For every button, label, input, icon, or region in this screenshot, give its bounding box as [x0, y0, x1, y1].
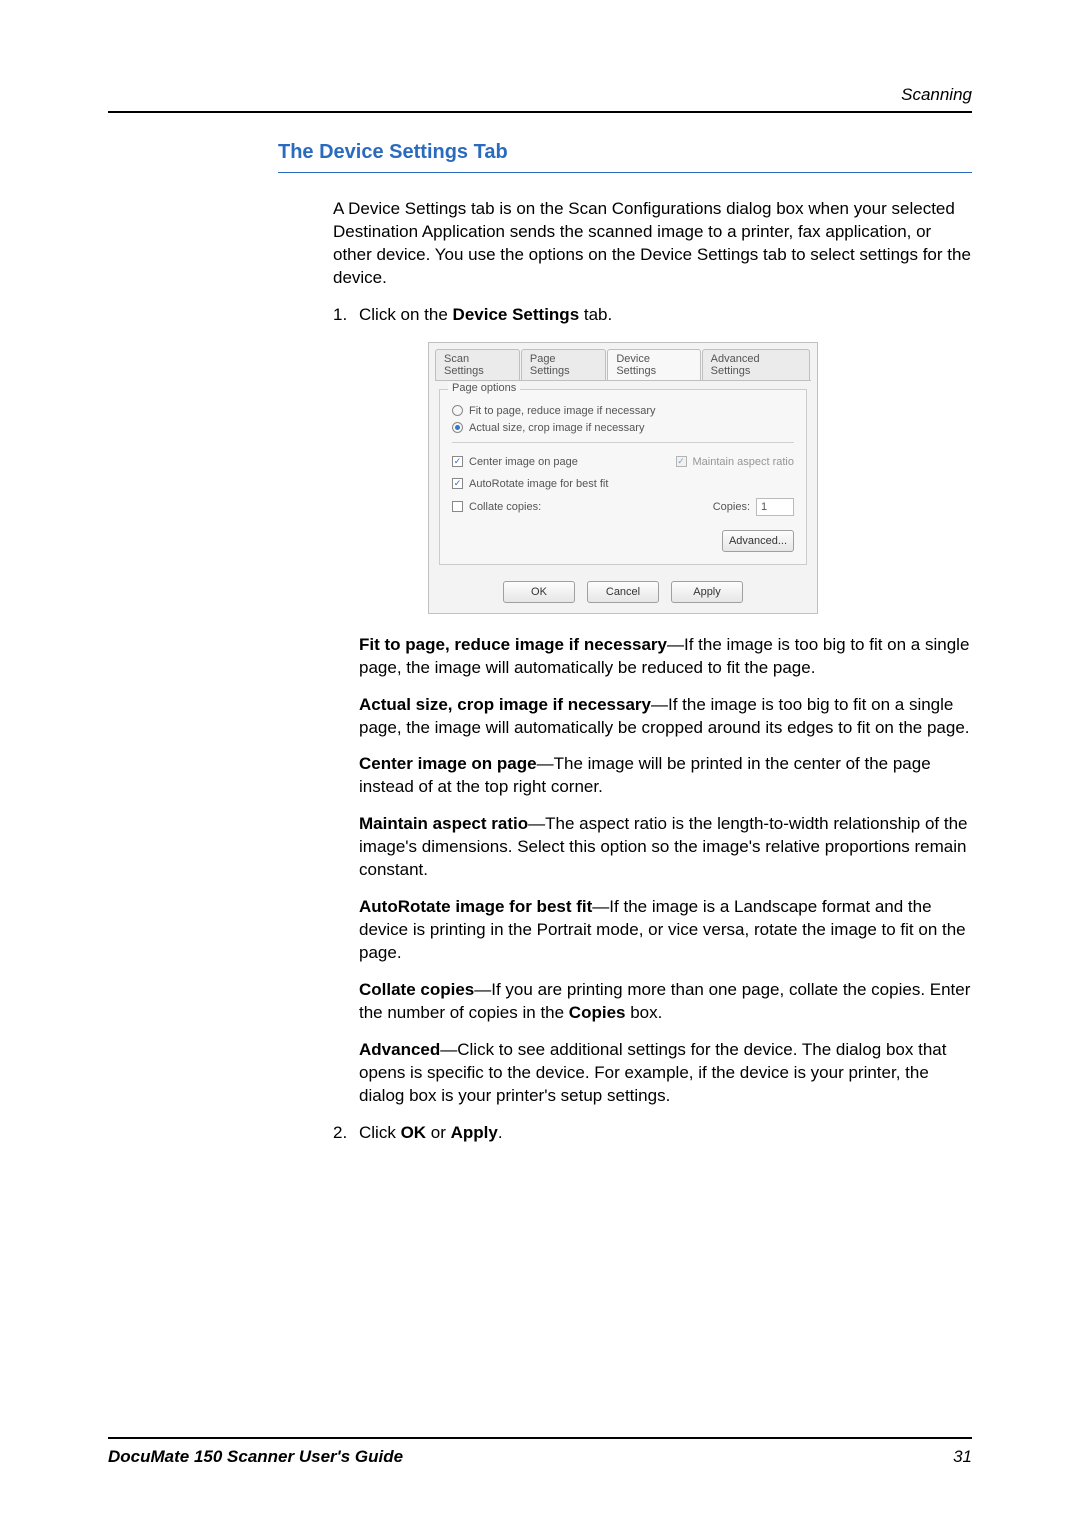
def-term: Advanced — [359, 1040, 440, 1059]
checkbox-icon — [452, 456, 463, 467]
step-1-pre: Click on the — [359, 305, 453, 324]
device-settings-dialog: Scan Settings Page Settings Device Setti… — [428, 342, 818, 614]
step-1: 1. Click on the Device Settings tab. — [333, 304, 972, 327]
def-term: AutoRotate image for best fit — [359, 897, 592, 916]
step-1-post: tab. — [579, 305, 612, 324]
def-term: Maintain aspect ratio — [359, 814, 528, 833]
footer-guide: DocuMate 150 Scanner User's Guide — [108, 1447, 403, 1467]
check-center[interactable]: Center image on page — [452, 456, 578, 468]
checkbox-icon — [452, 478, 463, 489]
radio-icon — [452, 422, 463, 433]
def-center: Center image on page—The image will be p… — [359, 753, 972, 799]
cancel-button[interactable]: Cancel — [587, 581, 659, 603]
radio-fit-label: Fit to page, reduce image if necessary — [469, 405, 655, 417]
step-2-mid: or — [426, 1123, 451, 1142]
intro-paragraph: A Device Settings tab is on the Scan Con… — [333, 198, 972, 290]
tab-advanced-settings[interactable]: Advanced Settings — [702, 349, 810, 380]
step-2-b2: Apply — [451, 1123, 498, 1142]
tab-scan-settings[interactable]: Scan Settings — [435, 349, 520, 380]
def-term: Collate copies — [359, 980, 474, 999]
def-term: Center image on page — [359, 754, 537, 773]
section-title: The Device Settings Tab — [278, 141, 972, 173]
step-2-number: 2. — [333, 1122, 359, 1145]
step-2-pre: Click — [359, 1123, 401, 1142]
tab-device-settings[interactable]: Device Settings — [607, 349, 700, 380]
check-aspect-label: Maintain aspect ratio — [693, 456, 795, 468]
radio-fit-to-page[interactable]: Fit to page, reduce image if necessary — [452, 405, 794, 417]
dialog-tabs: Scan Settings Page Settings Device Setti… — [435, 349, 811, 381]
header-section: Scanning — [108, 85, 972, 113]
advanced-button[interactable]: Advanced... — [722, 530, 794, 552]
def-bold: Copies — [569, 1003, 626, 1022]
footer-page-number: 31 — [953, 1447, 972, 1467]
radio-icon — [452, 405, 463, 416]
radio-actual-label: Actual size, crop image if necessary — [469, 422, 644, 434]
check-aspect[interactable]: Maintain aspect ratio — [676, 456, 795, 468]
group-legend: Page options — [448, 382, 520, 394]
def-advanced: Advanced—Click to see additional setting… — [359, 1039, 972, 1108]
tab-page-settings[interactable]: Page Settings — [521, 349, 606, 380]
page-options-group: Page options Fit to page, reduce image i… — [439, 389, 807, 565]
radio-actual-size[interactable]: Actual size, crop image if necessary — [452, 422, 794, 434]
checkbox-icon — [676, 456, 687, 467]
step-1-number: 1. — [333, 304, 359, 327]
check-center-label: Center image on page — [469, 456, 578, 468]
step-2: 2. Click OK or Apply. — [333, 1122, 972, 1145]
def-fit: Fit to page, reduce image if necessary—I… — [359, 634, 972, 680]
def-text: box. — [625, 1003, 662, 1022]
def-term: Actual size, crop image if necessary — [359, 695, 651, 714]
ok-button[interactable]: OK — [503, 581, 575, 603]
def-actual: Actual size, crop image if necessary—If … — [359, 694, 972, 740]
dialog-buttons: OK Cancel Apply — [435, 581, 811, 603]
def-text: —Click to see additional settings for th… — [359, 1040, 946, 1105]
def-collate: Collate copies—If you are printing more … — [359, 979, 972, 1025]
def-term: Fit to page, reduce image if necessary — [359, 635, 667, 654]
apply-button[interactable]: Apply — [671, 581, 743, 603]
check-collate[interactable]: Collate copies: — [452, 501, 541, 513]
copies-label: Copies: — [713, 501, 750, 513]
step-2-end: . — [498, 1123, 503, 1142]
copies-input[interactable]: 1 — [756, 498, 794, 516]
check-autorotate[interactable]: AutoRotate image for best fit — [452, 478, 794, 490]
def-aspect: Maintain aspect ratio—The aspect ratio i… — [359, 813, 972, 882]
checkbox-icon — [452, 501, 463, 512]
step-1-bold: Device Settings — [453, 305, 580, 324]
step-2-b1: OK — [401, 1123, 427, 1142]
check-collate-label: Collate copies: — [469, 501, 541, 513]
check-autorotate-label: AutoRotate image for best fit — [469, 478, 608, 490]
step-1-text: Click on the Device Settings tab. — [359, 304, 612, 327]
def-autorotate: AutoRotate image for best fit—If the ima… — [359, 896, 972, 965]
step-2-text: Click OK or Apply. — [359, 1122, 503, 1145]
divider — [452, 442, 794, 443]
